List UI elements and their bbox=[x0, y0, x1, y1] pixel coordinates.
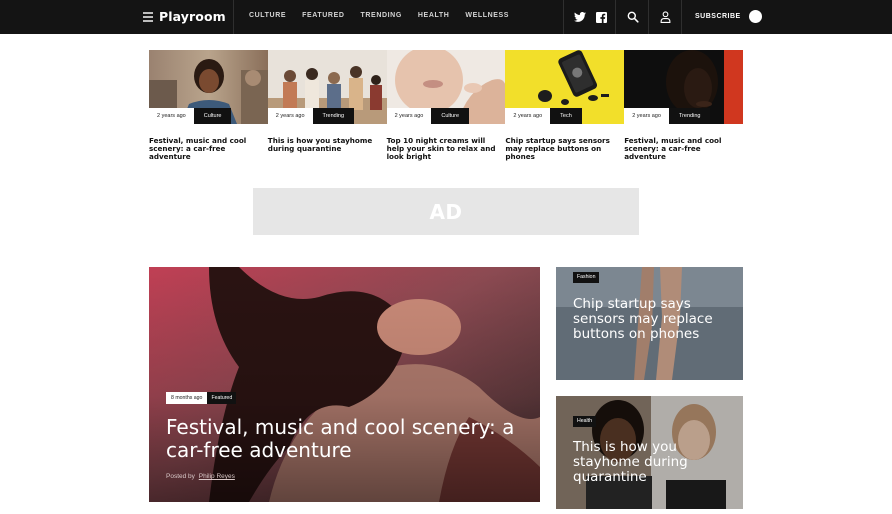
feature-byline: Posted by Philip Reyes bbox=[166, 473, 235, 480]
theme-toggle[interactable] bbox=[749, 10, 762, 23]
nav-item-trending[interactable]: TRENDING bbox=[361, 12, 402, 19]
article-card-row: 2 years ago Culture Festival, music and … bbox=[149, 50, 744, 165]
card-meta: 2 years ago Culture bbox=[386, 108, 470, 124]
featured-article[interactable]: 8 months ago Featured Festival, music an… bbox=[149, 267, 540, 502]
card-date: 2 years ago bbox=[267, 108, 313, 124]
card-meta: 2 years ago Culture bbox=[149, 108, 232, 124]
author-link[interactable]: Philip Reyes bbox=[199, 473, 235, 480]
card-date: 2 years ago bbox=[624, 108, 669, 124]
card-category-tag[interactable]: Trending bbox=[668, 108, 711, 124]
menu-icon[interactable] bbox=[143, 12, 153, 22]
nav-item-culture[interactable]: CULTURE bbox=[249, 12, 286, 19]
side-article[interactable]: Health This is how you stayhome during q… bbox=[556, 396, 743, 509]
article-card[interactable]: 2 years ago Tech Chip startup says senso… bbox=[505, 50, 625, 165]
side-category-tag[interactable]: Fashion bbox=[573, 272, 600, 283]
side-article[interactable]: Fashion Chip startup says sensors may re… bbox=[556, 267, 743, 380]
feature-meta: 8 months ago Featured bbox=[166, 392, 237, 404]
twitter-icon[interactable] bbox=[572, 9, 588, 25]
feature-title[interactable]: Festival, music and cool scenery: a car-… bbox=[166, 416, 531, 462]
article-card[interactable]: 2 years ago Trending Festival, music and… bbox=[624, 50, 744, 165]
user-icon[interactable] bbox=[657, 9, 673, 25]
nav-item-featured[interactable]: FEATURED bbox=[302, 12, 344, 19]
card-category-tag[interactable]: Trending bbox=[312, 108, 355, 124]
nav-item-health[interactable]: HEALTH bbox=[418, 12, 449, 19]
card-title[interactable]: This is how you stayhome during quaranti… bbox=[268, 136, 380, 153]
nav-item-wellness[interactable]: WELLNESS bbox=[465, 12, 509, 19]
side-category-tag[interactable]: Health bbox=[573, 416, 596, 427]
card-title[interactable]: Festival, music and cool scenery: a car-… bbox=[624, 136, 736, 162]
article-card[interactable]: 2 years ago Culture Festival, music and … bbox=[149, 50, 268, 165]
card-meta: 2 years ago Trending bbox=[624, 108, 711, 124]
card-category-tag[interactable]: Tech bbox=[550, 108, 582, 124]
nav-divider bbox=[615, 0, 616, 34]
nav-divider bbox=[648, 0, 649, 34]
article-card[interactable]: 2 years ago Culture Top 10 night creams … bbox=[386, 50, 506, 165]
card-category-tag[interactable]: Culture bbox=[193, 108, 232, 124]
card-date: 2 years ago bbox=[149, 108, 194, 124]
card-meta: 2 years ago Trending bbox=[267, 108, 355, 124]
facebook-icon[interactable] bbox=[593, 9, 609, 25]
card-date: 2 years ago bbox=[505, 108, 551, 124]
feature-date: 8 months ago bbox=[166, 392, 208, 404]
article-card[interactable]: 2 years ago Trending This is how you sta… bbox=[267, 50, 387, 165]
nav-divider bbox=[233, 0, 234, 34]
nav-divider bbox=[563, 0, 564, 34]
card-date: 2 years ago bbox=[386, 108, 432, 124]
subscribe-button[interactable]: SUBSCRIBE bbox=[695, 13, 741, 20]
side-title[interactable]: This is how you stayhome during quaranti… bbox=[573, 439, 738, 486]
card-category-tag[interactable]: Culture bbox=[431, 108, 470, 124]
ad-banner[interactable]: AD bbox=[253, 188, 639, 235]
search-icon[interactable] bbox=[625, 9, 641, 25]
card-title[interactable]: Top 10 night creams will help your skin … bbox=[387, 136, 499, 162]
top-navigation-bar: Playroom CULTURE FEATURED TRENDING HEALT… bbox=[0, 0, 892, 34]
side-title[interactable]: Chip startup says sensors may replace bu… bbox=[573, 296, 738, 343]
card-title[interactable]: Festival, music and cool scenery: a car-… bbox=[149, 136, 261, 162]
featured-image bbox=[149, 267, 540, 502]
site-logo[interactable]: Playroom bbox=[159, 9, 226, 24]
feature-category-tag[interactable]: Featured bbox=[207, 392, 237, 404]
main-nav: CULTURE FEATURED TRENDING HEALTH WELLNES… bbox=[249, 12, 525, 19]
ad-label: AD bbox=[429, 199, 463, 224]
card-title[interactable]: Chip startup says sensors may replace bu… bbox=[505, 136, 617, 162]
card-meta: 2 years ago Tech bbox=[505, 108, 582, 124]
byline-prefix: Posted by bbox=[166, 473, 195, 480]
nav-divider bbox=[681, 0, 682, 34]
